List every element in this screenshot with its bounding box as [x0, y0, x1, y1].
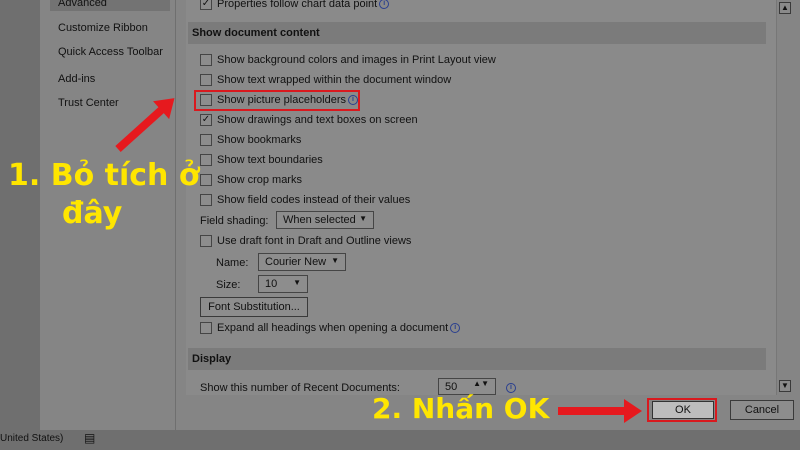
- option-row-text-wrapped[interactable]: Show text wrapped within the document wi…: [200, 72, 451, 88]
- content-scrollbar[interactable]: ▲ ▼: [776, 0, 792, 395]
- checkmark-icon[interactable]: ✓: [200, 0, 212, 10]
- arrow-to-ok: [558, 399, 642, 423]
- checkbox[interactable]: [200, 134, 212, 146]
- chevron-down-icon: ▼: [293, 278, 301, 287]
- status-bar: United States) ▤: [0, 430, 800, 450]
- annotation-step2: 2. Nhấn OK: [372, 392, 550, 425]
- font-size-label: Size:: [216, 279, 241, 291]
- word-options-dialog: Advanced Customize Ribbon Quick Access T…: [40, 0, 800, 430]
- field-shading-label: Field shading:: [200, 215, 269, 227]
- font-size-select[interactable]: 10 ▼: [258, 275, 308, 293]
- checkbox[interactable]: [200, 154, 212, 166]
- chevron-down-icon: ▼: [331, 256, 339, 265]
- checkmark-icon[interactable]: ✓: [200, 114, 212, 126]
- checkbox[interactable]: [200, 174, 212, 186]
- checkbox[interactable]: [200, 235, 212, 247]
- highlight-picture-placeholders: [194, 90, 360, 111]
- font-name-label: Name:: [216, 257, 249, 269]
- option-row-text-boundaries[interactable]: Show text boundaries: [200, 152, 323, 168]
- option-row-background-colors[interactable]: Show background colors and images in Pri…: [200, 52, 496, 68]
- recent-documents-label: Show this number of Recent Documents:: [200, 382, 400, 394]
- checkbox[interactable]: [200, 194, 212, 206]
- option-row-crop-marks[interactable]: Show crop marks: [200, 172, 302, 188]
- section-header-show-document-content: Show document content: [188, 22, 766, 44]
- background-window: [0, 0, 40, 430]
- option-row-bookmarks[interactable]: Show bookmarks: [200, 132, 301, 148]
- document-stats-icon[interactable]: ▤: [84, 431, 95, 445]
- font-name-select[interactable]: Courier New ▼: [258, 253, 346, 271]
- option-row-chart-properties[interactable]: ✓ Properties follow chart data point i: [200, 0, 390, 12]
- spinner-arrows-icon[interactable]: ▲▼: [473, 379, 489, 388]
- nav-item-trust-center[interactable]: Trust Center: [58, 97, 119, 109]
- annotation-step1: 1. Bỏ tích ở: [8, 158, 200, 193]
- highlight-ok-button: [647, 398, 717, 422]
- info-icon: i: [379, 0, 390, 9]
- option-row-field-codes[interactable]: Show field codes instead of their values: [200, 192, 410, 208]
- checkbox[interactable]: [200, 74, 212, 86]
- checkbox[interactable]: [200, 54, 212, 66]
- info-icon: i: [450, 323, 461, 333]
- chevron-down-icon: ▼: [359, 214, 367, 223]
- nav-item-add-ins[interactable]: Add-ins: [58, 73, 95, 85]
- field-shading-select[interactable]: When selected ▼: [276, 211, 374, 229]
- checkbox[interactable]: [200, 322, 212, 334]
- font-substitution-button[interactable]: Font Substitution...: [200, 297, 308, 317]
- option-row-drawings-text-boxes[interactable]: ✓ Show drawings and text boxes on screen: [200, 112, 418, 128]
- nav-item-customize-ribbon[interactable]: Customize Ribbon: [58, 22, 148, 34]
- nav-item-advanced[interactable]: Advanced: [50, 0, 170, 11]
- scroll-down-icon[interactable]: ▼: [779, 380, 791, 392]
- nav-item-quick-access-toolbar[interactable]: Quick Access Toolbar: [58, 46, 163, 58]
- language-status[interactable]: United States): [0, 433, 63, 444]
- options-content: ✓ Properties follow chart data point i S…: [186, 0, 792, 395]
- section-header-display: Display: [188, 348, 766, 370]
- annotation-step1-line2: đây: [62, 196, 123, 231]
- scroll-up-icon[interactable]: ▲: [779, 2, 791, 14]
- option-row-draft-font[interactable]: Use draft font in Draft and Outline view…: [200, 233, 411, 249]
- option-row-expand-headings[interactable]: Expand all headings when opening a docum…: [200, 320, 461, 336]
- cancel-button[interactable]: Cancel: [730, 400, 794, 420]
